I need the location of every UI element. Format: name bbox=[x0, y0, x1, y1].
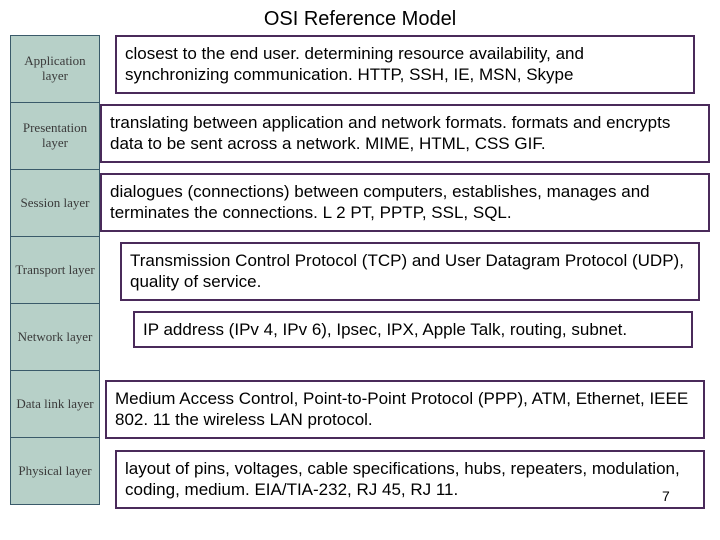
desc-application: closest to the end user. determining res… bbox=[115, 35, 695, 94]
desc-session: dialogues (connections) between computer… bbox=[100, 173, 710, 232]
desc-transport: Transmission Control Protocol (TCP) and … bbox=[120, 242, 700, 301]
layer-physical: Physical layer bbox=[10, 437, 100, 505]
layer-transport: Transport layer bbox=[10, 236, 100, 304]
layer-datalink: Data link layer bbox=[10, 370, 100, 438]
layer-presentation: Presentation layer bbox=[10, 102, 100, 170]
desc-physical: layout of pins, voltages, cable specific… bbox=[115, 450, 705, 509]
desc-network: IP address (IPv 4, IPv 6), Ipsec, IPX, A… bbox=[133, 311, 693, 348]
layer-application: Application layer bbox=[10, 35, 100, 103]
desc-presentation: translating between application and netw… bbox=[100, 104, 710, 163]
page-title: OSI Reference Model bbox=[0, 0, 720, 35]
layers-column: Application layer Presentation layer Ses… bbox=[10, 35, 100, 505]
desc-datalink: Medium Access Control, Point-to-Point Pr… bbox=[105, 380, 705, 439]
page-number: 7 bbox=[662, 488, 670, 504]
layer-network: Network layer bbox=[10, 303, 100, 371]
layer-session: Session layer bbox=[10, 169, 100, 237]
